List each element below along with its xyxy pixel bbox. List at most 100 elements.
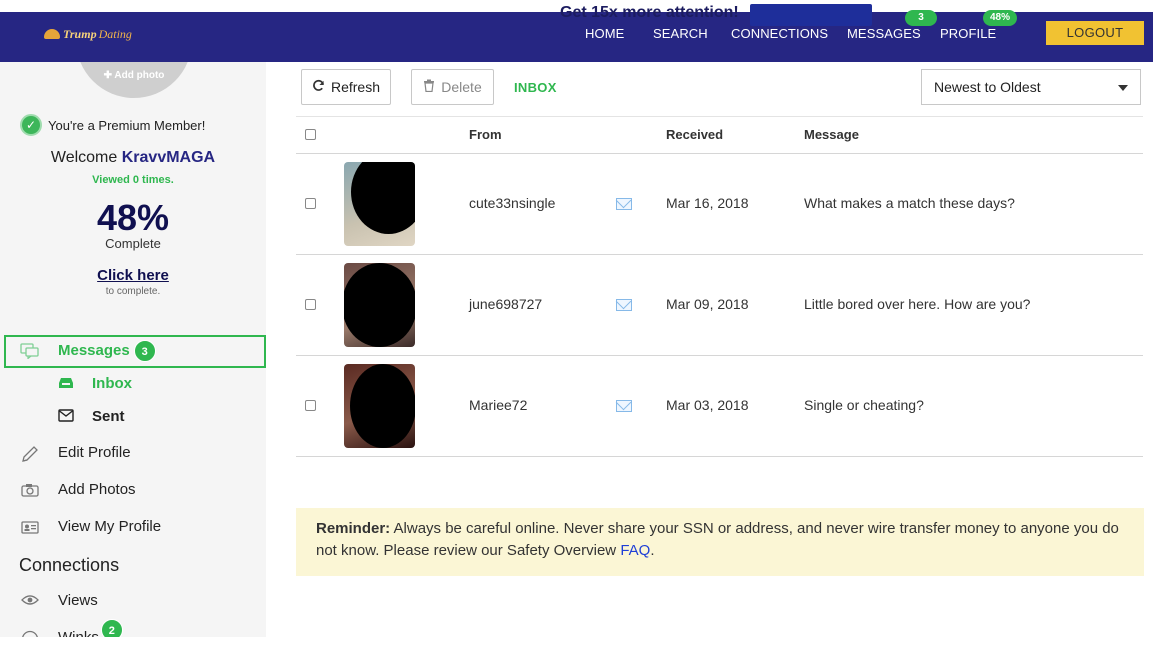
table-row[interactable]: Mariee72 Mar 03, 2018 Single or cheating… — [296, 356, 1143, 457]
viewed-count: Viewed 0 times. — [92, 174, 174, 186]
page: Get 15x more attention! Trump Dating HOM… — [0, 0, 1153, 649]
inbox-tray-icon — [58, 376, 74, 392]
completion-label: Complete — [105, 236, 161, 251]
sender-name[interactable]: june698727 — [469, 296, 542, 312]
nav-connections[interactable]: CONNECTIONS — [731, 26, 828, 41]
wink-face-icon — [20, 630, 40, 637]
nav-messages-badge: 3 — [905, 10, 937, 26]
message-preview[interactable]: Single or cheating? — [804, 397, 924, 413]
unread-envelope-icon — [616, 198, 632, 210]
faq-link[interactable]: FAQ — [620, 542, 650, 559]
sidebar-item-view-profile[interactable]: View My Profile — [20, 518, 161, 535]
row-checkbox[interactable] — [305, 198, 316, 209]
refresh-button[interactable]: Refresh — [301, 69, 391, 105]
nav-profile[interactable]: PROFILE — [940, 26, 996, 41]
header-from: From — [469, 127, 502, 142]
refresh-label: Refresh — [330, 79, 381, 95]
logo-icon — [44, 29, 60, 39]
delete-button[interactable]: Delete — [411, 69, 494, 105]
eye-icon — [20, 593, 40, 609]
select-all-checkbox[interactable] — [305, 129, 316, 140]
premium-text: You're a Premium Member! — [48, 117, 206, 133]
sidebar-item-sent[interactable]: Sent — [58, 408, 125, 425]
complete-profile-link[interactable]: Click here — [0, 267, 266, 284]
plus-icon: ✚ — [103, 70, 115, 81]
refresh-icon — [312, 79, 325, 95]
table-row[interactable]: cute33nsingle Mar 16, 2018 What makes a … — [296, 154, 1143, 255]
winks-badge: 2 — [100, 619, 123, 637]
header-received: Received — [666, 127, 724, 142]
chevron-down-icon — [1118, 85, 1128, 91]
logo-text-main: Trump — [63, 26, 97, 41]
sidebar-messages-badge: 3 — [133, 340, 156, 362]
unread-envelope-icon — [616, 299, 632, 311]
sidebar-item-inbox[interactable]: Inbox — [58, 375, 132, 392]
received-date: Mar 16, 2018 — [666, 195, 749, 211]
unread-envelope-icon — [616, 400, 632, 412]
add-photo-label: Add photo — [114, 70, 165, 81]
winks-label: Winks2 — [58, 619, 123, 637]
add-photos-label: Add Photos — [58, 481, 136, 498]
logo-text-sub: Dating — [98, 26, 132, 41]
sidebar-item-messages[interactable]: Messages 3 — [20, 340, 156, 362]
username: KravvMAGA — [121, 149, 216, 166]
header-message: Message — [804, 127, 859, 142]
pencil-icon — [20, 445, 40, 462]
winks-label-text: Winks — [58, 629, 99, 637]
received-date: Mar 03, 2018 — [666, 397, 749, 413]
connections-heading: Connections — [19, 555, 120, 575]
id-card-icon — [20, 519, 40, 535]
nav-profile-badge: 48% — [983, 10, 1017, 26]
sidebar-messages-label: Messages 3 — [58, 340, 156, 362]
sort-select[interactable]: Newest to Oldest — [921, 69, 1141, 105]
table-row[interactable]: june698727 Mar 09, 2018 Little bored ove… — [296, 255, 1143, 356]
sender-avatar[interactable] — [344, 162, 415, 246]
sender-avatar[interactable] — [344, 263, 415, 347]
promo-banner-text: Get 15x more attention! — [560, 4, 739, 21]
nav-search[interactable]: SEARCH — [653, 26, 708, 41]
camera-icon — [20, 482, 40, 498]
messages-label-text: Messages — [58, 342, 130, 359]
add-photo-link[interactable]: ✚ Add photo — [76, 70, 192, 81]
sidebar-item-views[interactable]: Views — [20, 592, 98, 609]
avatar-redaction — [350, 364, 415, 448]
row-checkbox[interactable] — [305, 299, 316, 310]
nav-home[interactable]: HOME — [585, 26, 624, 41]
verified-check-icon: ✓ — [20, 114, 42, 136]
envelope-icon — [58, 408, 74, 425]
avatar-redaction — [344, 263, 415, 347]
inbox-label: Inbox — [92, 375, 132, 392]
safety-reminder: Reminder: Always be careful online. Neve… — [296, 508, 1144, 576]
sort-select-value: Newest to Oldest — [934, 79, 1041, 95]
row-checkbox[interactable] — [305, 400, 316, 411]
avatar-placeholder[interactable]: ✚ Add photo — [76, 62, 192, 98]
message-preview[interactable]: Little bored over here. How are you? — [804, 296, 1030, 312]
sidebar-item-edit-profile[interactable]: Edit Profile — [20, 444, 131, 462]
welcome-heading: Welcome KravvMAGA — [0, 149, 266, 167]
promo-banner-button[interactable] — [750, 4, 872, 26]
logo[interactable]: Trump Dating — [44, 24, 132, 44]
inbox-title: INBOX — [514, 80, 557, 95]
avatar-redaction — [351, 162, 415, 234]
logout-button[interactable]: LOGOUT — [1046, 21, 1144, 45]
sent-label: Sent — [92, 408, 125, 425]
delete-label: Delete — [441, 79, 482, 95]
welcome-prefix: Welcome — [50, 149, 122, 166]
sidebar-item-winks[interactable]: Winks2 — [20, 619, 123, 637]
table-header: From Received Message — [296, 116, 1143, 154]
profile-completion-percent: 48% — [96, 197, 170, 238]
chat-icon — [20, 343, 40, 360]
reminder-text: Always be careful online. Never share yo… — [316, 520, 1119, 559]
reminder-title: Reminder: — [316, 520, 391, 537]
message-preview[interactable]: What makes a match these days? — [804, 195, 1015, 211]
trash-icon — [423, 79, 435, 95]
reminder-end: . — [650, 542, 655, 559]
nav-messages[interactable]: MESSAGES — [847, 26, 921, 41]
sender-avatar[interactable] — [344, 364, 415, 448]
sidebar: ✚ Add photo ✓ You're a Premium Member! W… — [0, 62, 266, 637]
sidebar-item-add-photos[interactable]: Add Photos — [20, 481, 136, 498]
sender-name[interactable]: Mariee72 — [469, 397, 527, 413]
complete-profile-caption: to complete. — [105, 286, 161, 297]
sender-name[interactable]: cute33nsingle — [469, 195, 555, 211]
premium-status: ✓ You're a Premium Member! — [20, 114, 205, 136]
